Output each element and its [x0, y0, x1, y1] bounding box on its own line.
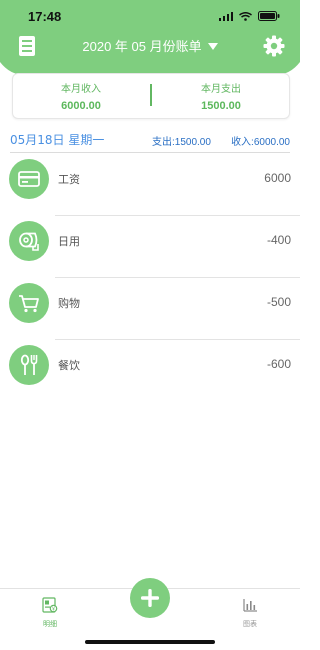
add-record-button[interactable]: [130, 578, 170, 618]
income-label: 本月收入: [61, 84, 101, 95]
item-category: 餐饮: [58, 359, 80, 372]
item-divider: [55, 215, 300, 216]
list-item[interactable]: 工资 6000: [0, 155, 300, 217]
tissue-roll-icon: [19, 232, 39, 251]
gear-icon: [263, 35, 285, 57]
tab-details[interactable]: ¥ 明细: [20, 597, 80, 629]
tab-chart-label: 图表: [243, 620, 257, 628]
tab-details-label: 明细: [43, 620, 57, 628]
plus-icon: [141, 589, 159, 607]
expense-summary: 本月支出 1500.00: [161, 80, 281, 112]
expense-value: 1500.00: [201, 100, 241, 112]
list-item[interactable]: 购物 -500: [0, 279, 300, 341]
item-category: 购物: [58, 297, 80, 310]
category-badge: [9, 159, 49, 199]
settings-button[interactable]: [262, 34, 286, 58]
category-badge: [9, 221, 49, 261]
expense-label: 本月支出: [201, 84, 241, 95]
item-amount: -400: [266, 233, 291, 247]
day-date: 05月18日 星期一: [10, 133, 105, 147]
category-badge: [9, 283, 49, 323]
list-item[interactable]: 日用 -400: [0, 217, 300, 279]
card-icon: [18, 171, 40, 187]
status-bar: 17:48: [0, 0, 300, 30]
category-badge: [9, 345, 49, 385]
day-income-total: 收入:6000.00: [231, 137, 290, 148]
item-amount: -500: [266, 295, 291, 309]
list-item[interactable]: 餐饮 -600: [0, 341, 300, 403]
svg-text:¥: ¥: [52, 606, 55, 612]
page-title: 2020 年 05 月份账单: [82, 39, 202, 54]
caret-down-icon: [207, 43, 218, 50]
day-header: 05月18日 星期一 支出:1500.00 收入:6000.00: [0, 129, 300, 153]
details-icon: ¥: [42, 597, 58, 613]
item-amount: 6000: [264, 171, 291, 185]
signal-icon: [219, 11, 233, 21]
status-time: 17:48: [28, 9, 62, 24]
bar-chart-icon: [243, 599, 257, 612]
wifi-icon: [239, 11, 252, 21]
shopping-cart-icon: [19, 295, 39, 313]
day-expense-total: 支出:1500.00: [152, 137, 211, 148]
month-selector[interactable]: 2020 年 05 月份账单: [0, 36, 300, 55]
income-summary: 本月收入 6000.00: [21, 80, 141, 112]
month-summary-card: 本月收入 6000.00 本月支出 1500.00: [12, 73, 290, 119]
item-divider: [55, 339, 300, 340]
income-value: 6000.00: [61, 100, 101, 112]
summary-divider: [150, 84, 152, 106]
item-divider: [55, 277, 300, 278]
battery-icon: [258, 11, 280, 21]
item-amount: -600: [266, 357, 291, 371]
tab-chart[interactable]: 图表: [220, 597, 280, 629]
spoon-fork-icon: [20, 354, 38, 375]
home-indicator: [85, 640, 215, 644]
status-icons: [219, 11, 280, 21]
item-category: 工资: [58, 173, 80, 186]
item-category: 日用: [58, 235, 80, 248]
day-divider: [10, 152, 290, 153]
